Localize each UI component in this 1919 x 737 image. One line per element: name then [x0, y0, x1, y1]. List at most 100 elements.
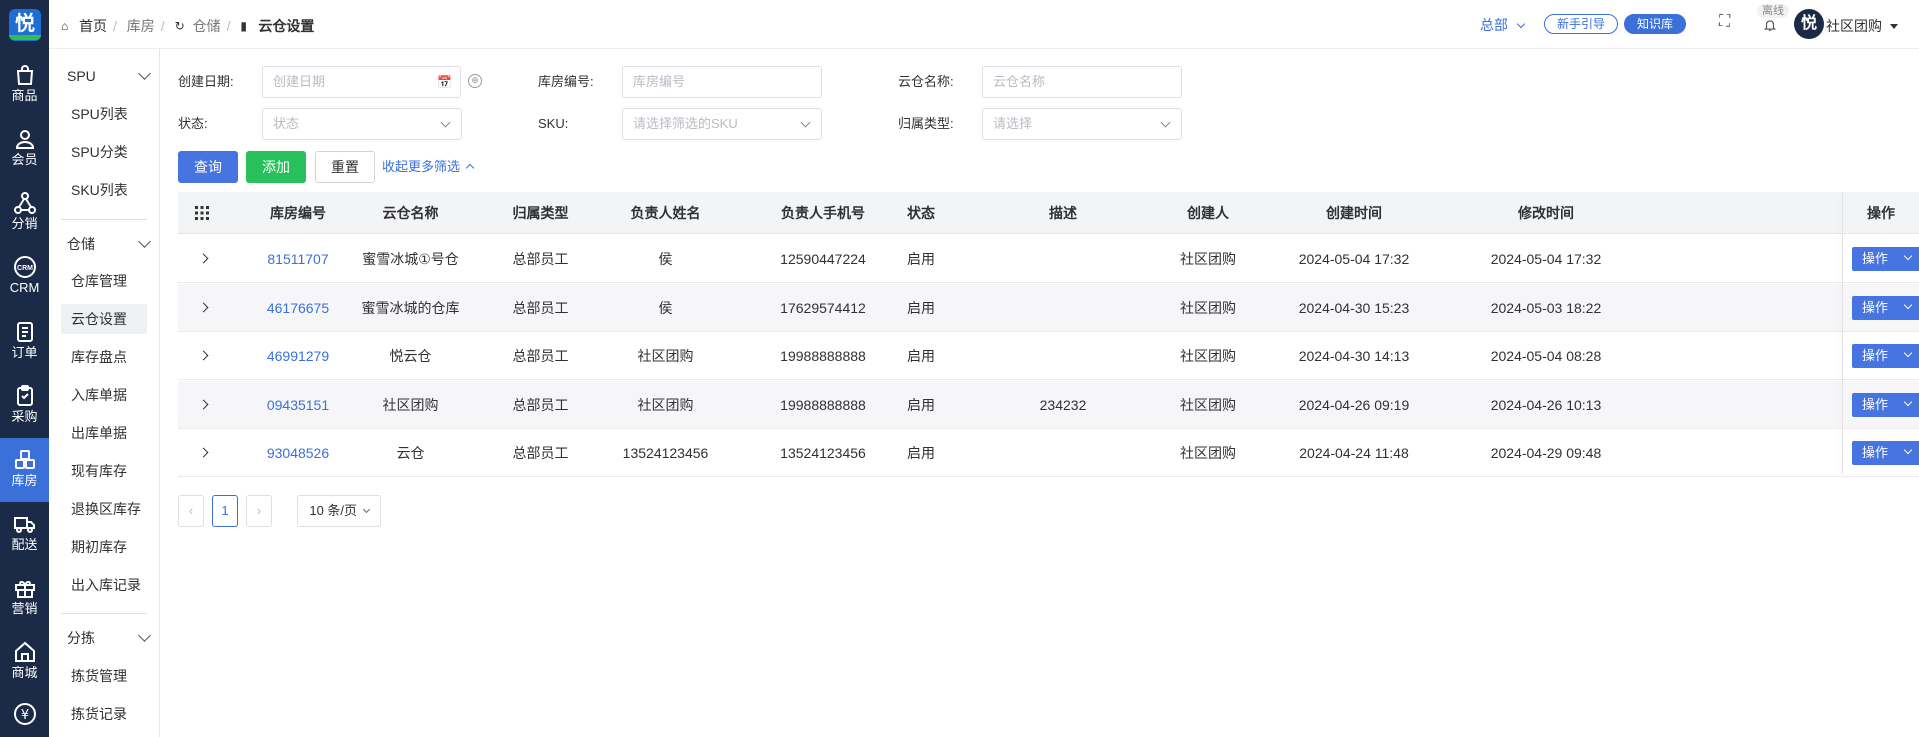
submenu-item-inbound[interactable]: 入库单据	[61, 380, 147, 410]
cell-store-no[interactable]: 81511707	[233, 235, 363, 283]
chevron-up-icon	[465, 163, 474, 173]
submenu-item-outbound[interactable]: 出库单据	[61, 418, 147, 448]
cell-created-at: 2024-04-26 09:19	[1298, 396, 1410, 413]
cell-store-no[interactable]: 46991279	[233, 332, 363, 380]
submenu-group-storage[interactable]: 仓储	[61, 229, 151, 259]
submenu-item-opening-stock[interactable]: 期初库存	[61, 532, 147, 562]
rail-item-orders[interactable]: 订单	[0, 310, 49, 374]
sku-select[interactable]: 请选择筛选的SKU	[622, 108, 822, 140]
cell-status: 启用	[907, 445, 935, 461]
knowledge-base-button[interactable]: 知识库	[1624, 14, 1687, 34]
avatar[interactable]: 悦	[1794, 9, 1824, 39]
rail-item-goods[interactable]: 商品	[0, 53, 49, 117]
chevron-down-icon	[1160, 117, 1171, 128]
breadcrumb-storage[interactable]: 仓储	[193, 16, 221, 36]
cloud-name-input[interactable]: 云仓名称	[982, 66, 1182, 98]
rail-item-members[interactable]: 会员	[0, 117, 49, 181]
chevron-down-icon	[1903, 397, 1913, 406]
home-icon: ⌂	[61, 19, 69, 33]
house-icon	[14, 641, 35, 662]
cell-type: 总部员工	[512, 299, 569, 316]
cell-created-at: 2024-04-30 14:13	[1298, 348, 1410, 364]
page-1-button[interactable]: 1	[212, 495, 238, 527]
fullscreen-icon[interactable]: ⛶	[1719, 13, 1730, 31]
column-settings-icon[interactable]	[192, 192, 212, 234]
type-select[interactable]: 请选择	[982, 108, 1182, 140]
row-action-label: 操作	[1862, 251, 1889, 266]
cell-status: 启用	[907, 251, 935, 267]
reset-button[interactable]: 重置	[315, 151, 375, 183]
submenu-item-sku-list[interactable]: SKU列表	[61, 175, 147, 205]
cell-owner-name: 社区团购	[637, 348, 694, 364]
cell-creator: 社区团购	[1180, 251, 1236, 267]
row-action-button[interactable]: 操作	[1852, 295, 1919, 320]
table-row: 46991279 悦云仓 总部员工 社区团购 19988888888 启用 社区团购 2024…	[178, 332, 1919, 380]
chevron-right-icon[interactable]	[198, 350, 209, 361]
cell-creator: 社区团购	[1180, 348, 1236, 364]
chevron-right-icon[interactable]	[198, 399, 209, 409]
status-select[interactable]: 状态	[262, 108, 462, 140]
rail-item-crm[interactable]: CRM CRM	[0, 245, 49, 309]
row-action-label: 操作	[1862, 299, 1889, 315]
rail-item-finance[interactable]: ¥	[0, 694, 49, 737]
col-status: 状态	[907, 205, 935, 221]
submenu-item-inventory-count[interactable]: 库存盘点	[61, 342, 147, 372]
submenu-item-warehouse-mgmt[interactable]: 仓库管理	[61, 266, 147, 296]
submenu-item-spu-category[interactable]: SPU分类	[61, 137, 147, 167]
cell-store-no[interactable]: 93048526	[233, 429, 363, 477]
cell-store-no[interactable]: 09435151	[233, 381, 363, 429]
rail-item-distribution[interactable]: 分销	[0, 181, 49, 245]
submenu-item-current-stock[interactable]: 现有库存	[61, 456, 147, 486]
clock-icon[interactable]: ⊕	[468, 74, 482, 88]
submenu-group-sorting[interactable]: 分拣	[61, 623, 151, 653]
next-page-button[interactable]: ›	[246, 495, 272, 527]
row-action-button[interactable]: 操作	[1852, 344, 1919, 368]
rail-item-warehouse[interactable]: 库房	[0, 438, 49, 502]
query-button[interactable]: 查询	[178, 151, 238, 183]
chevron-right-icon[interactable]	[198, 253, 209, 264]
guide-button[interactable]: 新手引导	[1544, 14, 1619, 34]
rail-item-marketing[interactable]: 营销	[0, 566, 49, 630]
breadcrumb-home[interactable]: 首页	[79, 16, 107, 36]
breadcrumb-warehouse[interactable]: 库房	[127, 16, 155, 36]
sku-label: SKU:	[538, 116, 569, 131]
cell-updated-at: 2024-05-04 17:32	[1490, 251, 1602, 267]
rail-item-mall[interactable]: 商城	[0, 630, 49, 694]
col-description: 描述	[1049, 205, 1077, 221]
store-no-input[interactable]: 库房编号	[622, 66, 822, 98]
date-picker[interactable]: 创建日期 📅	[262, 66, 461, 98]
user-menu[interactable]: 社区团购	[1826, 16, 1898, 36]
chevron-right-icon[interactable]	[198, 447, 209, 458]
gift-icon	[14, 581, 35, 598]
rail-item-delivery[interactable]: 配送	[0, 502, 49, 566]
brand-logo[interactable]: 悦	[9, 9, 41, 41]
row-action-button[interactable]: 操作	[1852, 392, 1919, 417]
chevron-down-icon	[138, 629, 151, 642]
table-row: 93048526 云仓 总部员工 13524123456 13524123456 启用 社区…	[178, 429, 1919, 477]
submenu-item-io-records[interactable]: 出入库记录	[61, 570, 147, 600]
col-actions: 操作	[1867, 205, 1895, 221]
chevron-down-icon	[362, 505, 370, 514]
row-action-button[interactable]: 操作	[1852, 441, 1919, 465]
submenu-item-return-stock[interactable]: 退换区库存	[61, 494, 147, 524]
collapse-filters-link[interactable]: 收起更多筛选	[382, 151, 474, 183]
crm-icon: CRM	[13, 256, 36, 278]
prev-page-button[interactable]: ‹	[178, 495, 204, 527]
rail-item-purchase[interactable]: 采购	[0, 374, 49, 438]
bell-icon[interactable]	[1763, 18, 1777, 35]
row-action-label: 操作	[1862, 396, 1889, 412]
chevron-right-icon[interactable]	[198, 302, 209, 312]
add-button[interactable]: 添加	[246, 151, 306, 183]
submenu-item-picking-mgmt[interactable]: 拣货管理	[61, 661, 147, 691]
submenu-item-spu-list[interactable]: SPU列表	[61, 99, 147, 129]
org-switcher[interactable]: 总部	[1480, 15, 1526, 35]
col-created-at: 创建时间	[1326, 205, 1382, 221]
row-action-button[interactable]: 操作	[1852, 247, 1919, 271]
table-row: 81511707 蜜雪冰城①号仓 总部员工侯 12590447224 启用 社区团购 202…	[178, 235, 1919, 283]
cell-store-no[interactable]: 46176675	[233, 284, 363, 332]
submenu-item-picking-records[interactable]: 拣货记录	[61, 699, 147, 729]
submenu-item-cloud-settings[interactable]: 云仓设置	[61, 304, 147, 334]
submenu-group-spu[interactable]: SPU	[61, 61, 151, 91]
page-size-select[interactable]: 10 条/页	[297, 495, 381, 527]
cell-description	[988, 429, 1138, 477]
